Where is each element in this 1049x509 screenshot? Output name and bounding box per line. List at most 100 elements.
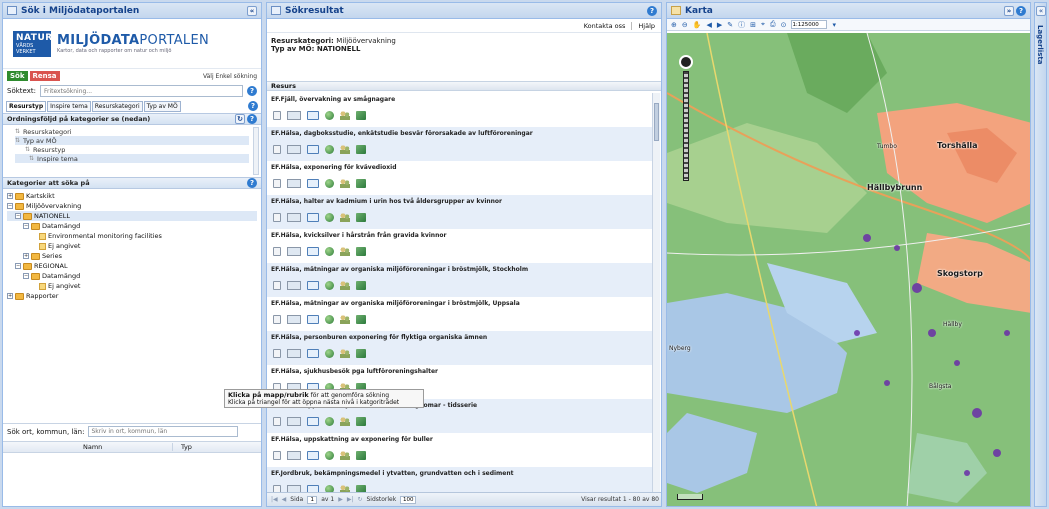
globe-icon[interactable]	[325, 145, 334, 154]
result-title[interactable]: EF.Hälsa, dagboksstudie, enkätstudie bes…	[271, 129, 649, 139]
identify-icon[interactable]: ✎	[727, 21, 733, 29]
collapse-icon[interactable]: «	[247, 5, 257, 16]
ort-input[interactable]	[88, 426, 239, 437]
scale-dropdown-icon[interactable]: ▾	[832, 21, 836, 29]
info-icon[interactable]: ⓘ	[738, 20, 745, 30]
col-namn[interactable]: Namn	[3, 443, 173, 451]
add-to-map-icon[interactable]	[356, 145, 366, 154]
preview-window-icon[interactable]	[307, 281, 319, 290]
tree-node-kartskikt[interactable]: + Kartskikt	[7, 191, 257, 201]
back-icon[interactable]: ◀	[706, 21, 711, 29]
order-item[interactable]: ⇅ Resurstyp	[15, 145, 249, 154]
tab-inspire-tema[interactable]: Inspire tema	[47, 100, 91, 112]
globe-icon[interactable]	[325, 111, 334, 120]
add-to-map-icon[interactable]	[356, 315, 366, 324]
tree-node-env-monitoring[interactable]: Environmental monitoring facilities	[7, 231, 257, 241]
forward-icon[interactable]: ▶	[717, 21, 722, 29]
collapse-node-icon[interactable]: −	[23, 273, 29, 279]
wms-icon[interactable]	[287, 247, 301, 256]
result-title[interactable]: EF.Hälsa, personburen exponering för fly…	[271, 333, 649, 343]
result-title[interactable]: EF.Hälsa, mätningar av organiska miljöfö…	[271, 299, 649, 309]
tree-node-nationell[interactable]: − NATIONELL	[7, 211, 257, 221]
result-title[interactable]: EF.Jordbruk, bekämpningsmedel i ytvatten…	[271, 469, 649, 479]
help-icon[interactable]: ?	[248, 101, 258, 111]
result-row[interactable]: EF.Hälsa, mätningar av organiska miljöfö…	[267, 263, 653, 297]
add-to-map-icon[interactable]	[356, 179, 366, 188]
collapse-node-icon[interactable]: −	[23, 223, 29, 229]
metadata-icon[interactable]	[273, 111, 281, 120]
download-icon[interactable]	[340, 417, 350, 426]
result-row[interactable]: EF.Fjäll, övervakning av smågnagare	[267, 93, 653, 127]
result-title[interactable]: EF.Hälsa, halter av kadmium i urin hos t…	[271, 197, 649, 207]
sok-button[interactable]: Sök	[7, 71, 28, 81]
download-icon[interactable]	[340, 145, 350, 154]
map-canvas[interactable]: Torshälla Hällbybrunn Skogstorp Tumbo Hä…	[667, 33, 1030, 506]
collapse-node-icon[interactable]: −	[7, 203, 13, 209]
metadata-icon[interactable]	[273, 145, 281, 154]
metadata-icon[interactable]	[273, 451, 281, 460]
result-row[interactable]: EF.Jordbruk, bekämpningsmedel i ytvatten…	[267, 467, 653, 493]
kontakta-link[interactable]: Kontakta oss	[584, 22, 626, 30]
measure-icon[interactable]: ⌖	[761, 20, 765, 29]
help-icon[interactable]: ?	[247, 114, 257, 124]
order-item[interactable]: ⇅ Resurskategori	[15, 127, 249, 136]
globe-icon[interactable]	[325, 281, 334, 290]
result-row[interactable]: EF.Hälsa, exponering för kvävedioxid	[267, 161, 653, 195]
globe-icon[interactable]	[325, 315, 334, 324]
globe-icon[interactable]	[325, 213, 334, 222]
result-title[interactable]: EF.Hälsa, kvicksilver i hårstrån från gr…	[271, 231, 649, 241]
wms-icon[interactable]	[287, 111, 301, 120]
collapse-node-icon[interactable]: −	[15, 213, 21, 219]
result-row[interactable]: EF.Hälsa, halter av kadmium i urin hos t…	[267, 195, 653, 229]
download-icon[interactable]	[340, 349, 350, 358]
preview-window-icon[interactable]	[307, 349, 319, 358]
order-item[interactable]: ⇅ Inspire tema	[15, 154, 249, 163]
order-scrollbar[interactable]	[253, 127, 259, 175]
help-icon[interactable]: ?	[247, 86, 257, 96]
add-to-map-icon[interactable]	[356, 451, 366, 460]
wms-icon[interactable]	[287, 213, 301, 222]
help-icon[interactable]: ?	[1016, 5, 1026, 16]
enkel-sokning-link[interactable]: Välj Enkel sökning	[203, 73, 257, 80]
preview-window-icon[interactable]	[307, 451, 319, 460]
metadata-icon[interactable]	[273, 213, 281, 222]
zoom-out-icon[interactable]: ⊖	[682, 21, 688, 29]
metadata-icon[interactable]	[273, 417, 281, 426]
help-icon[interactable]: ?	[647, 5, 657, 16]
first-page-icon[interactable]: |◀	[271, 496, 278, 503]
download-icon[interactable]	[340, 111, 350, 120]
col-typ[interactable]: Typ	[173, 443, 192, 451]
result-row[interactable]: EF.Hälsa, dagboksstudie, enkätstudie bes…	[267, 127, 653, 161]
page-input[interactable]	[307, 495, 318, 504]
wms-icon[interactable]	[287, 417, 301, 426]
preview-window-icon[interactable]	[307, 213, 319, 222]
pan-control-icon[interactable]	[679, 55, 693, 69]
tree-node-datamangd-regional[interactable]: − Datamängd	[7, 271, 257, 281]
preview-window-icon[interactable]	[307, 247, 319, 256]
zoom-slider[interactable]	[679, 55, 693, 205]
refresh-icon[interactable]: ↻	[357, 496, 362, 503]
add-to-map-icon[interactable]	[356, 111, 366, 120]
print-icon[interactable]: ⎙	[770, 20, 776, 29]
resurs-column-header[interactable]: Resurs	[267, 81, 661, 91]
add-to-map-icon[interactable]	[356, 417, 366, 426]
globe-icon[interactable]	[325, 247, 334, 256]
result-row[interactable]: EF.Hälsa, mätningar av organiska miljöfö…	[267, 297, 653, 331]
scale-input[interactable]	[791, 20, 828, 29]
metadata-icon[interactable]	[273, 179, 281, 188]
metadata-icon[interactable]	[273, 281, 281, 290]
globe-icon[interactable]	[325, 417, 334, 426]
metadata-icon[interactable]	[273, 349, 281, 358]
pan-hand-icon[interactable]: ✋	[693, 21, 702, 29]
wms-icon[interactable]	[287, 451, 301, 460]
download-icon[interactable]	[340, 281, 350, 290]
result-row[interactable]: EF.Hälsa, personburen exponering för fly…	[267, 331, 653, 365]
expand-icon[interactable]: +	[23, 253, 29, 259]
tab-typ-av-mo[interactable]: Typ av MÖ	[143, 100, 181, 112]
download-icon[interactable]	[340, 451, 350, 460]
result-row[interactable]: EF.Hälsa, kvicksilver i hårstrån från gr…	[267, 229, 653, 263]
page-size-input[interactable]	[400, 495, 417, 504]
metadata-icon[interactable]	[273, 315, 281, 324]
preview-window-icon[interactable]	[307, 315, 319, 324]
add-to-map-icon[interactable]	[356, 349, 366, 358]
